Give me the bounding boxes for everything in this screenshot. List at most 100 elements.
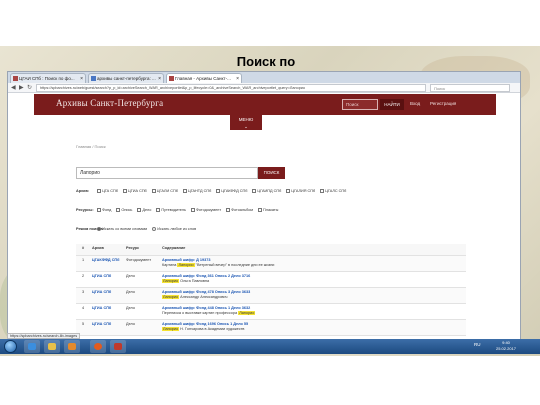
checkbox-icon[interactable]: [216, 189, 221, 193]
checkbox-icon[interactable]: [151, 189, 156, 193]
radio-icon[interactable]: [97, 227, 102, 231]
menu-button[interactable]: МЕНЮ ⌄: [230, 115, 262, 130]
result-summary: Архивный шифр: Фонд 1696 Опись 1 Дело 55…: [162, 322, 248, 332]
filter-checkbox[interactable]: ЦГА СПб: [97, 189, 118, 193]
result-summary: Архивный шифр: Фонд 448 Опись 1 Дело 363…: [162, 306, 256, 316]
close-icon[interactable]: ×: [158, 74, 161, 83]
start-button-icon[interactable]: [4, 340, 17, 353]
checkbox-icon[interactable]: [252, 189, 257, 193]
option-label: Искать любое из слов: [157, 227, 197, 231]
filter-checkbox[interactable]: ЦГИА СПб: [122, 189, 147, 193]
site-search-input[interactable]: Поиск: [342, 99, 378, 110]
archive-code-link[interactable]: Архивный шифр: Фонд 1696 Опись 1 Дело 55: [162, 322, 248, 326]
filter-checkbox[interactable]: Дело: [137, 208, 151, 212]
checkbox-icon[interactable]: [182, 189, 187, 193]
row-number: 5: [82, 322, 85, 326]
tab-bar: ЦГАИ СПб : Поиск по фо... × архивы санкт…: [8, 72, 520, 83]
checkbox-icon[interactable]: [116, 208, 121, 212]
language-indicator[interactable]: RU: [474, 342, 481, 347]
checkbox-icon[interactable]: [97, 208, 102, 212]
search-mode-option[interactable]: Искать любое из слов: [152, 227, 196, 231]
site-search-button[interactable]: НАЙТИ: [380, 99, 404, 110]
register-link[interactable]: Регистрация: [430, 101, 456, 106]
explorer-app-icon[interactable]: [24, 340, 40, 353]
filter-checkbox[interactable]: ЦГАЛС СПб: [320, 189, 346, 193]
column-header: #: [82, 246, 85, 250]
filter-checkbox[interactable]: Путеводитель: [156, 208, 186, 212]
browser-tab[interactable]: ЦГАИ СПб : Поиск по фо... ×: [10, 73, 86, 83]
taskbar: RU 9:40 25.02.2017: [0, 339, 540, 354]
checkbox-icon[interactable]: [156, 208, 161, 212]
back-icon[interactable]: ◀: [11, 84, 16, 92]
archive-link[interactable]: ЦГАКФФД СПб: [92, 258, 120, 263]
highlighted-term: Лапорио: [162, 295, 180, 299]
option-label: Плакаты: [263, 208, 279, 212]
checkbox-icon[interactable]: [320, 189, 325, 193]
close-icon[interactable]: ×: [236, 74, 239, 83]
result-summary: Архивный шифр: Фонд 361 Опись 2 Дело 371…: [162, 274, 250, 284]
browser-tab-active[interactable]: Главная - Архивы Санкт-... ×: [166, 73, 242, 83]
filter-checkbox[interactable]: Фонд: [97, 208, 111, 212]
resource-type: Дело: [126, 274, 135, 278]
archive-code-link[interactable]: Архивный шифр: Д 19373: [162, 258, 211, 262]
filter-checkbox[interactable]: ЦГАНТД СПб: [182, 189, 211, 193]
table-row: 3 ЦГИА СПб Дело Архивный шифр: Фонд 478 Опи…: [76, 288, 466, 304]
checkbox-icon[interactable]: [97, 189, 102, 193]
forward-icon[interactable]: ▶: [19, 84, 24, 92]
checkbox-icon[interactable]: [226, 208, 231, 212]
clock[interactable]: 9:40 25.02.2017: [496, 340, 516, 352]
archive-code-link[interactable]: Архивный шифр: Фонд 478 Опись 3 Дело 363…: [162, 290, 250, 294]
archive-link[interactable]: ЦГИА СПб: [92, 274, 111, 279]
url-field[interactable]: https://spbarchives.ru/web/guest/search?…: [36, 84, 426, 92]
close-icon[interactable]: ×: [80, 74, 83, 83]
site-title[interactable]: Архивы Санкт-Петербурга: [56, 98, 163, 108]
table-row: 5 ЦГИА СПб Дело Архивный шифр: Фонд 1696 Оп…: [76, 320, 466, 336]
favicon-icon: [169, 76, 174, 81]
checkbox-icon[interactable]: [190, 208, 195, 212]
screen: Поиск по фамилии ЦГАИ СПб : Поиск по фо.…: [0, 0, 540, 405]
pdf-app-icon[interactable]: [110, 340, 126, 353]
resource-type: Дело: [126, 322, 135, 326]
checkbox-icon[interactable]: [286, 189, 291, 193]
checkbox-icon[interactable]: [122, 189, 127, 193]
folder-app-icon[interactable]: [44, 340, 60, 353]
checkbox-icon[interactable]: [137, 208, 142, 212]
row-number: 3: [82, 290, 85, 294]
tab-label: Главная - Архивы Санкт-...: [175, 76, 231, 81]
filter-checkbox[interactable]: Опись: [116, 208, 132, 212]
checkbox-icon[interactable]: [258, 208, 263, 212]
archive-link[interactable]: ЦГИА СПб: [92, 290, 111, 295]
summary-prefix: Картина: [162, 263, 178, 267]
tab-label: архивы санкт-петербурга: ...: [97, 76, 156, 81]
archive-link[interactable]: ЦГИА СПб: [92, 306, 111, 311]
browser-search-input[interactable]: Поиск: [430, 84, 510, 92]
filter-checkbox[interactable]: Фотоальбом: [226, 208, 253, 212]
firefox-app-icon[interactable]: [90, 340, 106, 353]
filter-label: Архив:: [76, 189, 90, 193]
browser-tab[interactable]: архивы санкт-петербурга: ... ×: [88, 73, 164, 83]
filter-checkbox[interactable]: ЦГАЛИЯ СПб: [286, 189, 315, 193]
archive-code-link[interactable]: Архивный шифр: Фонд 361 Опись 2 Дело 371…: [162, 274, 250, 278]
resource-type: Фотодокумент: [126, 258, 152, 262]
results-table: # Архив Ресурс Содержание 1 ЦГАКФФД СПб Фо…: [76, 244, 466, 336]
filter-checkbox[interactable]: ЦГАЛИ СПб: [151, 189, 178, 193]
login-link[interactable]: Вход: [410, 101, 420, 106]
filter-label: Режим поиска:: [76, 227, 104, 231]
filter-checkbox[interactable]: Фотодокумент: [190, 208, 221, 212]
search-button[interactable]: ПОИСК: [258, 167, 285, 179]
filter-checkbox[interactable]: Плакаты: [258, 208, 278, 212]
table-header: # Архив Ресурс Содержание: [76, 244, 466, 256]
radio-icon[interactable]: [152, 227, 157, 231]
favicon-icon: [91, 76, 96, 81]
search-mode-option[interactable]: Искать со всеми словами: [97, 227, 147, 231]
filter-checkbox[interactable]: ЦГАИПД СПб: [252, 189, 281, 193]
filter-checkbox[interactable]: ЦГАКФФД СПб: [216, 189, 247, 193]
media-app-icon[interactable]: [64, 340, 80, 353]
option-label: ЦГАИПД СПб: [257, 189, 282, 193]
reload-icon[interactable]: ↻: [27, 84, 32, 92]
query-input[interactable]: Лапорио: [76, 167, 258, 179]
option-label: Фотоальбом: [231, 208, 254, 212]
resource-filter: Ресурсы: Фонд Опись Дело Путеводитель Фотодо…: [76, 208, 283, 212]
archive-link[interactable]: ЦГИА СПб: [92, 322, 111, 327]
archive-code-link[interactable]: Архивный шифр: Фонд 448 Опись 1 Дело 363…: [162, 306, 250, 310]
